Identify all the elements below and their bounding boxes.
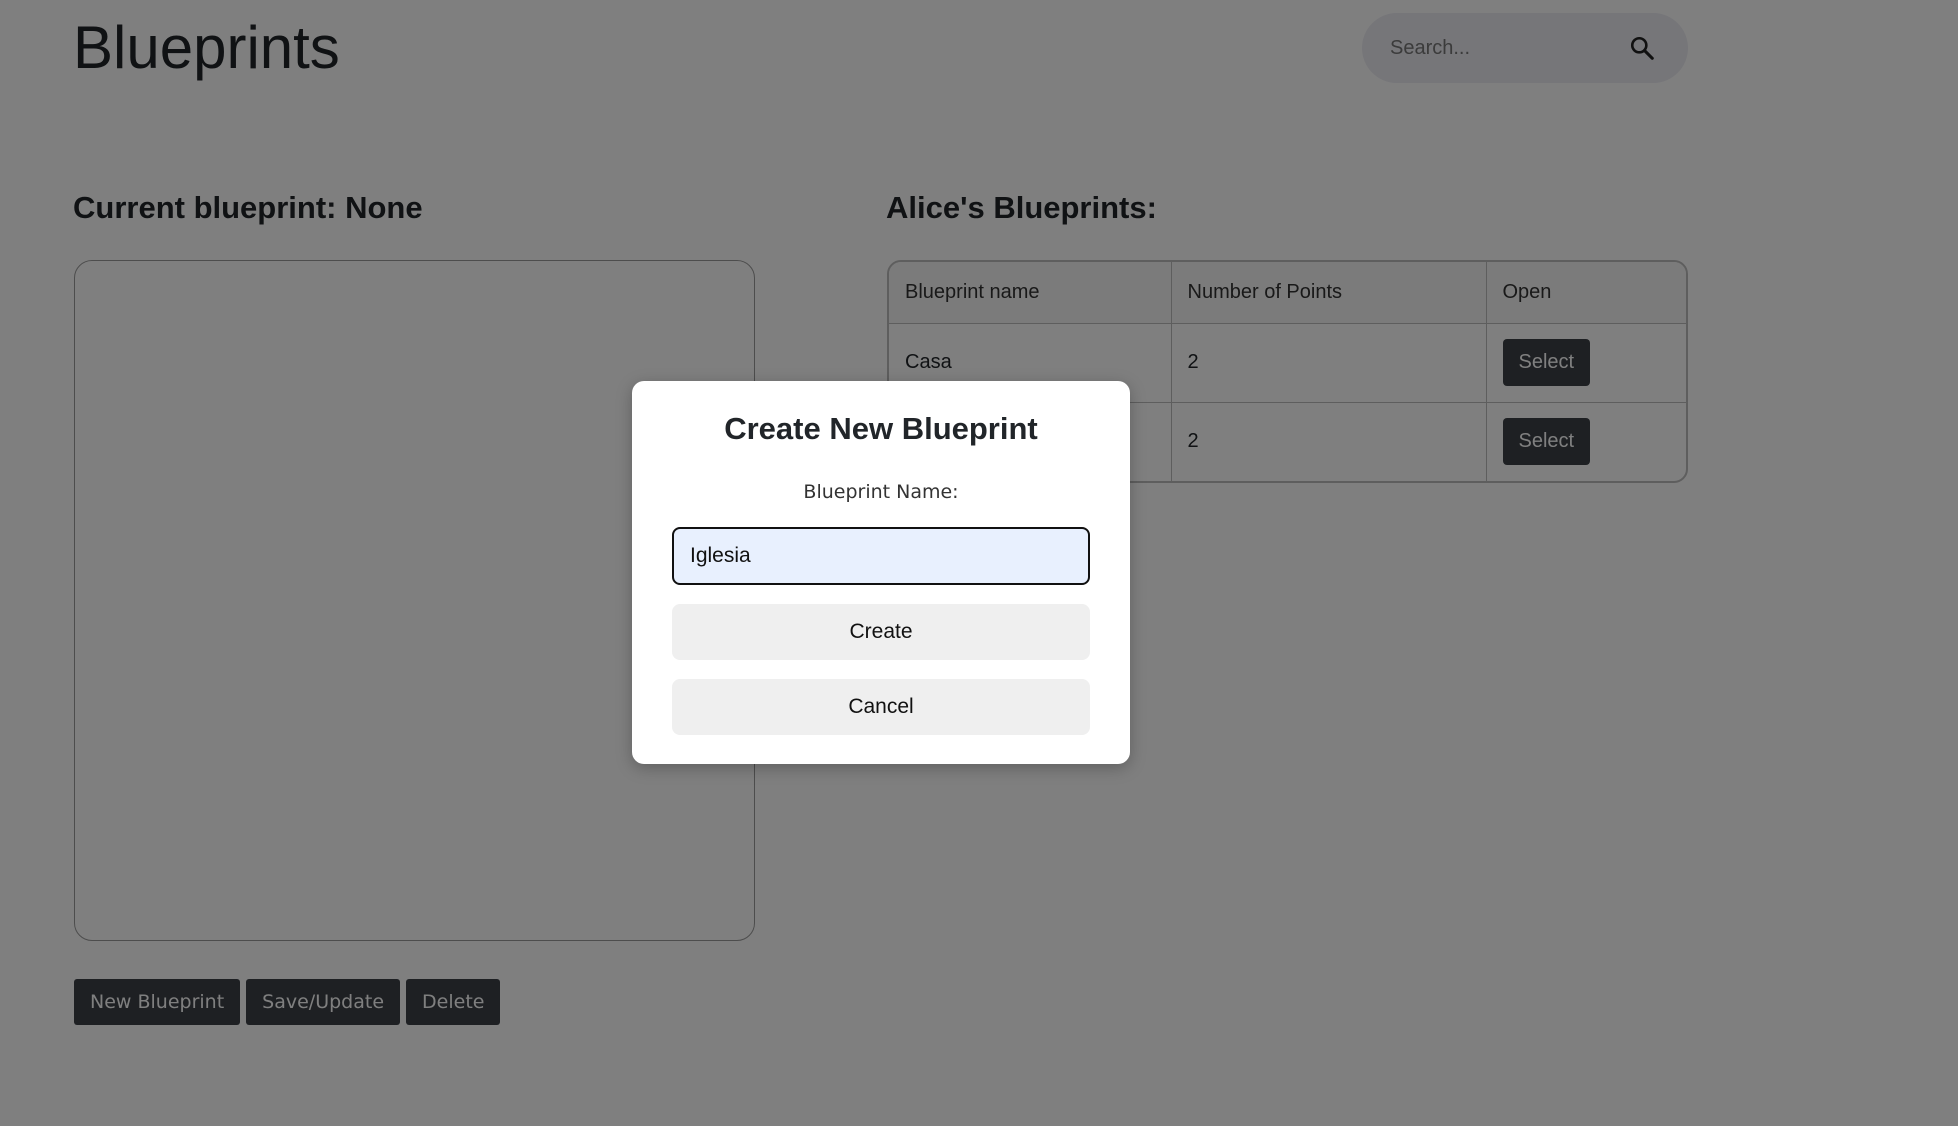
blueprint-name-label: Blueprint Name: <box>803 481 959 503</box>
cancel-button[interactable]: Cancel <box>672 679 1090 735</box>
dialog-title: Create New Blueprint <box>724 411 1038 446</box>
create-button[interactable]: Create <box>672 604 1090 660</box>
blueprint-name-input[interactable] <box>672 527 1090 585</box>
create-blueprint-dialog: Create New Blueprint Blueprint Name: Cre… <box>632 381 1130 764</box>
